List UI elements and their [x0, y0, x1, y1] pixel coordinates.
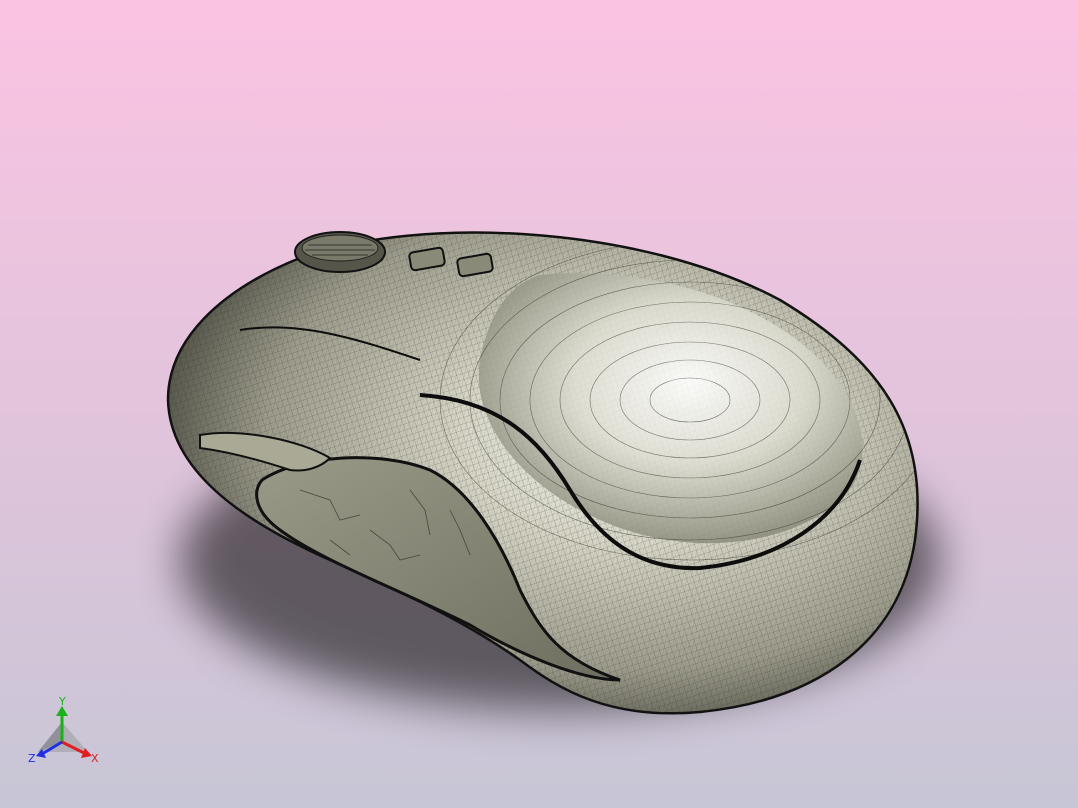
scroll-wheel[interactable]	[294, 231, 386, 273]
model-canvas[interactable]	[0, 0, 1078, 808]
x-axis-label: X	[91, 752, 99, 765]
orientation-triad[interactable]: Y X Z	[26, 694, 106, 770]
3d-viewport[interactable]: Y X Z	[0, 0, 1078, 808]
y-axis-label: Y	[58, 695, 66, 708]
z-axis-label: Z	[28, 752, 36, 765]
